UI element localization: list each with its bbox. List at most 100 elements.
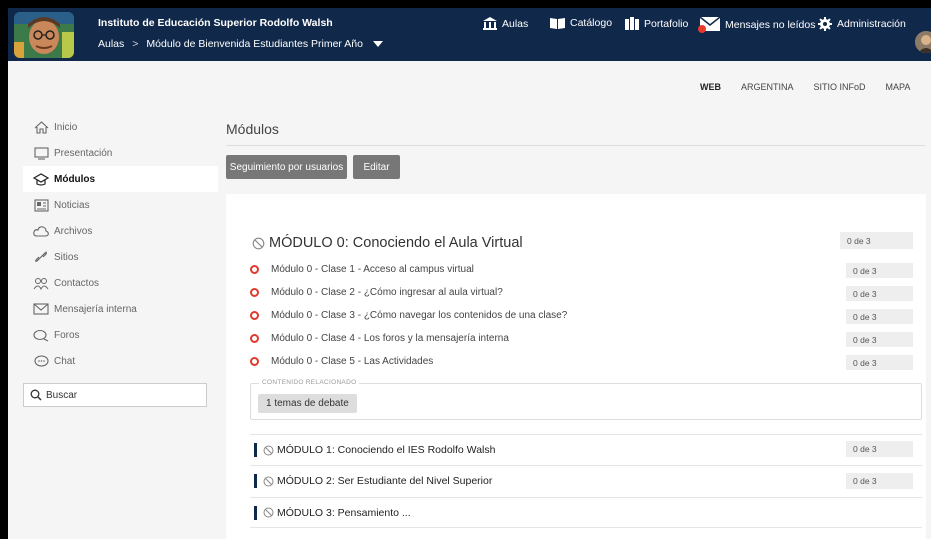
progress-badge: 0 de 3: [846, 332, 913, 347]
sidebar-item-label: Inicio: [54, 121, 78, 133]
nav-aulas[interactable]: Aulas: [483, 17, 528, 30]
sidebar-item-presentacion[interactable]: Presentación: [23, 140, 218, 166]
secondary-links: WEB ARGENTINA SITIO INFoD MAPA: [680, 82, 910, 92]
lesson-item[interactable]: Módulo 0 - Clase 3 - ¿Cómo navegar los c…: [250, 310, 567, 321]
sidebar-item-chat[interactable]: Chat: [23, 348, 218, 374]
monitor-icon: [33, 146, 49, 160]
link-argentina[interactable]: ARGENTINA: [741, 82, 794, 92]
progress-badge: 0 de 3: [840, 232, 913, 249]
status-ring-icon: [250, 311, 259, 320]
module-row[interactable]: MÓDULO 1: Conociendo el IES Rodolfo Wals…: [250, 434, 922, 465]
chevron-down-icon[interactable]: [372, 41, 383, 47]
search-label: Buscar: [46, 389, 78, 401]
search-icon: [30, 389, 42, 401]
breadcrumb-root[interactable]: Aulas: [98, 38, 124, 50]
sidebar-item-label: Contactos: [54, 277, 100, 289]
sidebar-item-modulos[interactable]: Módulos: [23, 166, 218, 192]
link-mapa[interactable]: MAPA: [886, 82, 911, 92]
classroom-icon: [483, 17, 497, 30]
sidebar-item-foros[interactable]: Foros: [23, 322, 218, 348]
progress-badge: 0 de 3: [846, 355, 913, 370]
lesson-item[interactable]: Módulo 0 - Clase 1 - Acceso al campus vi…: [250, 264, 474, 275]
breadcrumb: Aulas > Módulo de Bienvenida Estudiantes…: [98, 38, 383, 50]
breadcrumb-separator: >: [132, 38, 139, 50]
contacts-icon: [33, 276, 49, 290]
sidebar-item-label: Foros: [54, 329, 80, 341]
prohibited-icon: [263, 445, 274, 456]
gear-icon: [818, 17, 832, 31]
lesson-label: Módulo 0 - Clase 1 - Acceso al campus vi…: [271, 264, 474, 275]
lesson-label: Módulo 0 - Clase 2 - ¿Cómo ingresar al a…: [271, 287, 503, 298]
progress-badge: 0 de 3: [846, 263, 913, 278]
nav-catalogo[interactable]: Catálogo: [550, 17, 612, 29]
top-header: Instituto de Educación Superior Rodolfo …: [8, 8, 931, 61]
lesson-item[interactable]: Módulo 0 - Clase 2 - ¿Cómo ingresar al a…: [250, 287, 503, 298]
institution-avatar[interactable]: [14, 12, 74, 58]
sidebar-item-inicio[interactable]: Inicio: [23, 114, 218, 140]
book-icon: [550, 17, 565, 29]
prohibited-icon: [263, 507, 274, 518]
graduation-cap-icon: [33, 172, 49, 186]
progress-badge: 0 de 3: [846, 441, 913, 457]
module-label: MÓDULO 1: Conociendo el IES Rodolfo Wals…: [277, 444, 496, 456]
sidebar-item-contactos[interactable]: Contactos: [23, 270, 218, 296]
nav-administracion-label: Administración: [837, 18, 906, 30]
edit-button[interactable]: Editar: [353, 155, 400, 179]
user-avatar[interactable]: [915, 31, 931, 53]
link-web[interactable]: WEB: [700, 82, 721, 92]
status-ring-icon: [250, 288, 259, 297]
module-marker: [254, 505, 257, 520]
link-icon: [33, 250, 49, 264]
forum-icon: [33, 328, 49, 342]
progress-badge: 0 de 3: [846, 309, 913, 324]
sidebar-item-archivos[interactable]: Archivos: [23, 218, 218, 244]
lesson-label: Módulo 0 - Clase 4 - Los foros y la mens…: [271, 333, 509, 344]
module-label: MÓDULO 2: Ser Estudiante del Nivel Super…: [277, 475, 493, 487]
related-content-box: CONTENIDO RELACIONADO 1 temas de debate: [250, 379, 922, 420]
page-title: Módulos: [226, 121, 279, 137]
module-row[interactable]: MÓDULO 3: Pensamiento ...: [250, 497, 922, 528]
module-marker: [254, 474, 257, 488]
prohibited-icon: [263, 476, 274, 487]
link-sitio-infod[interactable]: SITIO INFoD: [814, 82, 866, 92]
envelope-icon: [33, 302, 49, 316]
nav-portafolio[interactable]: Portafolio: [625, 17, 688, 30]
nav-administracion[interactable]: Administración: [818, 17, 906, 31]
module-marker: [254, 443, 257, 457]
sidebar-item-label: Chat: [54, 355, 76, 367]
progress-badge: 0 de 3: [846, 473, 913, 489]
lesson-item[interactable]: Módulo 0 - Clase 4 - Los foros y la mens…: [250, 333, 509, 344]
lesson-item[interactable]: Módulo 0 - Clase 5 - Las Actividades: [250, 356, 433, 367]
sidebar-item-label: Archivos: [54, 225, 93, 237]
sidebar-item-mensajeria[interactable]: Mensajería interna: [23, 296, 218, 322]
search-input[interactable]: Buscar: [23, 383, 207, 407]
divider: [226, 145, 925, 146]
nav-mensajes[interactable]: Mensajes no leídos: [698, 17, 815, 33]
lesson-label: Módulo 0 - Clase 5 - Las Actividades: [271, 356, 434, 367]
nav-portafolio-label: Portafolio: [644, 17, 689, 30]
modules-panel: MÓDULO 0: Conociendo el Aula Virtual 0 d…: [226, 194, 926, 539]
sidebar-item-noticias[interactable]: Noticias: [23, 192, 218, 218]
prohibited-icon: [252, 237, 265, 250]
tracking-button[interactable]: Seguimiento por usuarios: [226, 155, 347, 179]
nav-catalogo-label: Catálogo: [570, 17, 613, 29]
status-ring-icon: [250, 334, 259, 343]
sidebar-item-label: Mensajería interna: [54, 303, 137, 315]
status-ring-icon: [250, 265, 259, 274]
breadcrumb-current[interactable]: Módulo de Bienvenida Estudiantes Primer …: [146, 38, 363, 50]
nav-aulas-label: Aulas: [502, 17, 529, 30]
debate-topics-button[interactable]: 1 temas de debate: [258, 394, 357, 413]
sidebar-item-label: Presentación: [54, 147, 113, 159]
institution-title[interactable]: Instituto de Educación Superior Rodolfo …: [98, 17, 333, 29]
chat-icon: [33, 354, 49, 368]
related-content-label: CONTENIDO RELACIONADO: [259, 379, 360, 386]
status-ring-icon: [250, 357, 259, 366]
cloud-icon: [33, 224, 49, 238]
app-window: Instituto de Educación Superior Rodolfo …: [8, 8, 931, 539]
module-0-title[interactable]: MÓDULO 0: Conociendo el Aula Virtual: [252, 235, 523, 251]
module-row[interactable]: MÓDULO 2: Ser Estudiante del Nivel Super…: [250, 465, 922, 496]
envelope-icon: [698, 17, 720, 33]
progress-badge: 0 de 3: [846, 286, 913, 301]
sidebar-item-label: Módulos: [54, 173, 96, 185]
sidebar-item-sitios[interactable]: Sitios: [23, 244, 218, 270]
